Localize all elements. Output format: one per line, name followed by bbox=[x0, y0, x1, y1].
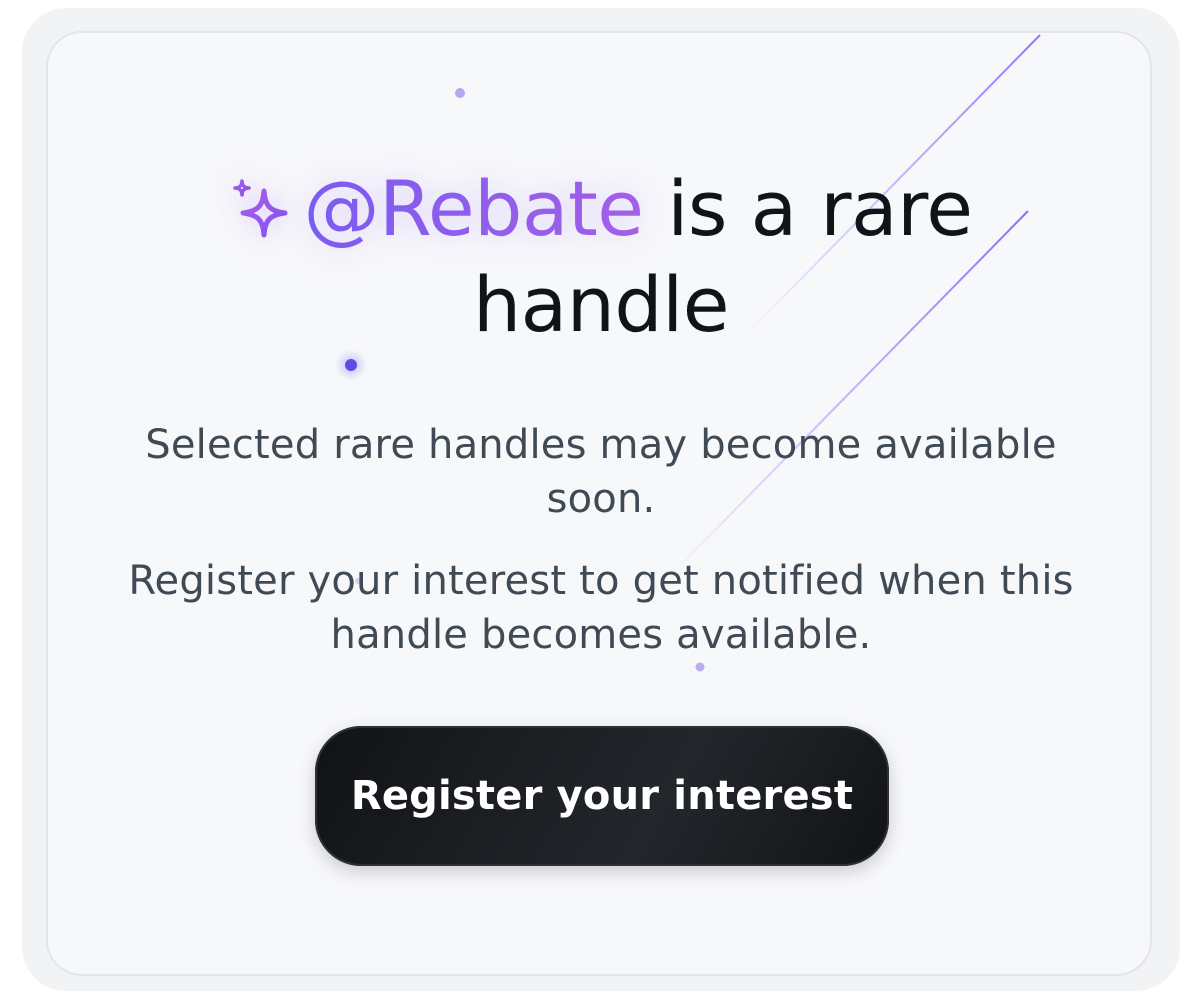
register-interest-label: Register your interest bbox=[350, 773, 854, 819]
page-title: @Rebate is a rare handle bbox=[48, 161, 1150, 353]
availability-description: Selected rare handles may become availab… bbox=[145, 422, 1057, 522]
decor-dot-3 bbox=[695, 662, 705, 672]
headline-line2: handle bbox=[472, 260, 730, 349]
decor-dot-1 bbox=[455, 88, 465, 98]
register-interest-button[interactable]: Register your interest bbox=[315, 726, 889, 866]
decor-dot-2 bbox=[345, 359, 357, 371]
rare-handle-card: @Rebate is a rare handle Selected rare h… bbox=[46, 31, 1152, 976]
handle-name: @Rebate bbox=[303, 164, 645, 253]
register-description: Register your interest to get notified w… bbox=[128, 558, 1074, 658]
headline-line1-rest: is a rare bbox=[643, 164, 973, 253]
sparkle-icon bbox=[230, 165, 290, 238]
